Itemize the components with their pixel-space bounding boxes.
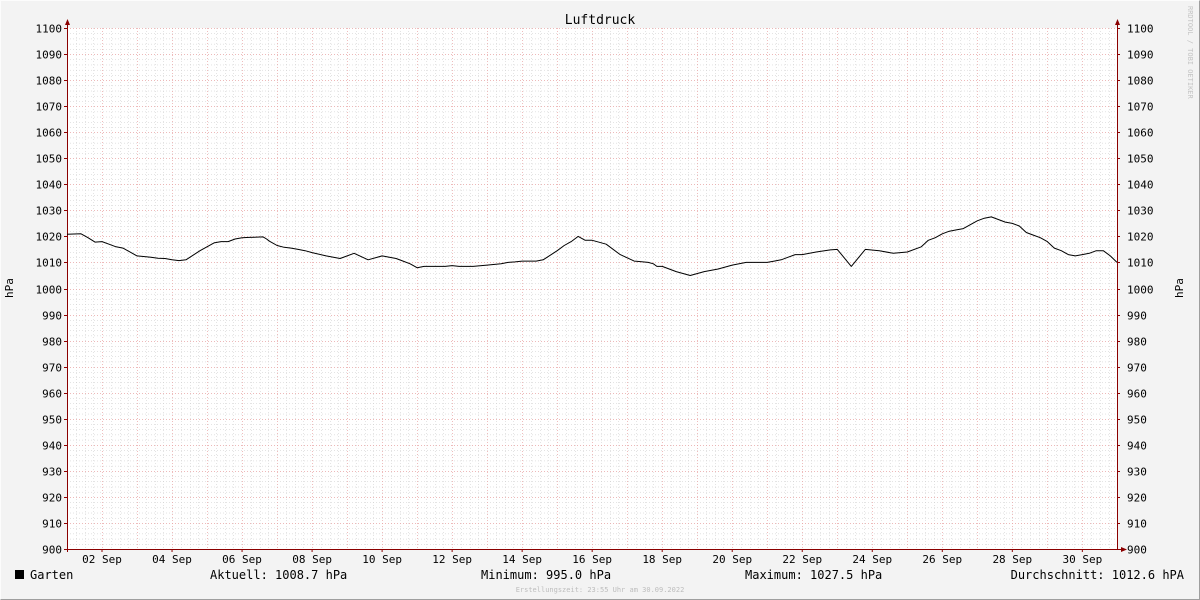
footer-timestamp: Erstellungszeit: 23:55 Uhr am 30.09.2022 (516, 586, 685, 594)
x-tick-label: 24 Sep (852, 553, 892, 566)
y-tick-label: 1040 (36, 179, 63, 192)
y-tick-label: 950 (1127, 414, 1147, 427)
y-axis-label-left: hPa (3, 278, 16, 298)
legend-swatch (15, 570, 24, 579)
legend-current: Aktuell: 1008.7 hPa (210, 568, 347, 582)
y-tick-label: 920 (1127, 492, 1147, 505)
y-tick-label: 990 (1127, 310, 1147, 323)
y-tick-label: 1030 (36, 205, 63, 218)
y-axis-label-right: hPa (1173, 278, 1186, 298)
y-tick-label: 940 (1127, 440, 1147, 453)
y-tick-label: 1050 (1127, 153, 1154, 166)
legend-average: Durchschnitt: 1012.6 hPA (1011, 568, 1185, 582)
y-tick-label: 1020 (1127, 231, 1154, 244)
y-tick-label: 970 (1127, 362, 1147, 375)
y-tick-label: 1070 (36, 101, 63, 114)
y-tick-label: 1040 (1127, 179, 1154, 192)
y-axis-right-ticks: 900 910 920 930 940 950 960 970 980 990 1000 1010 10… (1117, 23, 1154, 557)
x-tick-label: 18 Sep (642, 553, 682, 566)
chart-title: Luftdruck (565, 13, 636, 28)
y-tick-label: 1060 (1127, 127, 1154, 140)
y-tick-label: 910 (1127, 518, 1147, 531)
y-axis-arrow-right (1115, 19, 1120, 25)
y-tick-label: 940 (42, 440, 62, 453)
y-tick-label: 1010 (1127, 257, 1154, 270)
rrdtool-watermark: RRDTOOL / TOBI OETIKER (1186, 6, 1194, 100)
y-tick-label: 920 (42, 492, 62, 505)
y-tick-label: 990 (42, 310, 62, 323)
y-tick-label: 960 (42, 388, 62, 401)
x-tick-label: 08 Sep (292, 553, 332, 566)
x-tick-label: 20 Sep (712, 553, 752, 566)
y-tick-label: 1060 (36, 127, 63, 140)
y-tick-label: 1000 (1127, 284, 1154, 297)
x-tick-label: 22 Sep (782, 553, 822, 566)
y-tick-label: 970 (42, 362, 62, 375)
y-tick-label: 960 (1127, 388, 1147, 401)
y-tick-label: 950 (42, 414, 62, 427)
x-tick-label: 02 Sep (82, 553, 122, 566)
y-tick-label: 1080 (36, 75, 63, 88)
y-tick-label: 930 (42, 466, 62, 479)
y-tick-label: 1000 (36, 284, 63, 297)
y-tick-label: 1020 (36, 231, 63, 244)
legend-minimum: Minimum: 995.0 hPa (481, 568, 611, 582)
y-tick-label: 1050 (36, 153, 63, 166)
x-axis-ticks: 02 Sep 04 Sep 06 Sep 08 Sep 10 Sep 12 Sep 14 S… (82, 549, 1102, 566)
y-tick-label: 930 (1127, 466, 1147, 479)
pressure-chart: 900 910 920 930 940 950 960 970 980 990 1000 1010 10… (3, 6, 1194, 594)
x-tick-label: 28 Sep (992, 553, 1032, 566)
y-tick-label: 1010 (36, 257, 63, 270)
y-tick-label: 1090 (1127, 49, 1154, 62)
x-tick-label: 26 Sep (922, 553, 962, 566)
y-axis-arrow-left (65, 19, 70, 25)
x-tick-label: 14 Sep (502, 553, 542, 566)
legend-series-label: Garten (30, 568, 73, 582)
x-tick-label: 04 Sep (152, 553, 192, 566)
x-tick-label: 16 Sep (572, 553, 612, 566)
y-tick-label: 910 (42, 518, 62, 531)
y-tick-label: 1090 (36, 49, 63, 62)
y-tick-label: 1080 (1127, 75, 1154, 88)
y-tick-label: 1030 (1127, 205, 1154, 218)
y-tick-label: 1100 (36, 23, 63, 36)
y-tick-label: 980 (1127, 336, 1147, 349)
y-tick-label: 900 (1127, 544, 1147, 557)
x-tick-label: 10 Sep (362, 553, 402, 566)
y-axis-left-ticks: 900 910 920 930 940 950 960 970 980 990 1000 1010 10… (36, 23, 67, 557)
y-tick-label: 980 (42, 336, 62, 349)
y-tick-label: 900 (42, 544, 62, 557)
y-tick-label: 1100 (1127, 23, 1154, 36)
x-tick-label: 06 Sep (222, 553, 262, 566)
y-tick-label: 1070 (1127, 101, 1154, 114)
x-tick-label: 12 Sep (432, 553, 472, 566)
legend-maximum: Maximum: 1027.5 hPa (745, 568, 882, 582)
x-tick-label: 30 Sep (1062, 553, 1102, 566)
